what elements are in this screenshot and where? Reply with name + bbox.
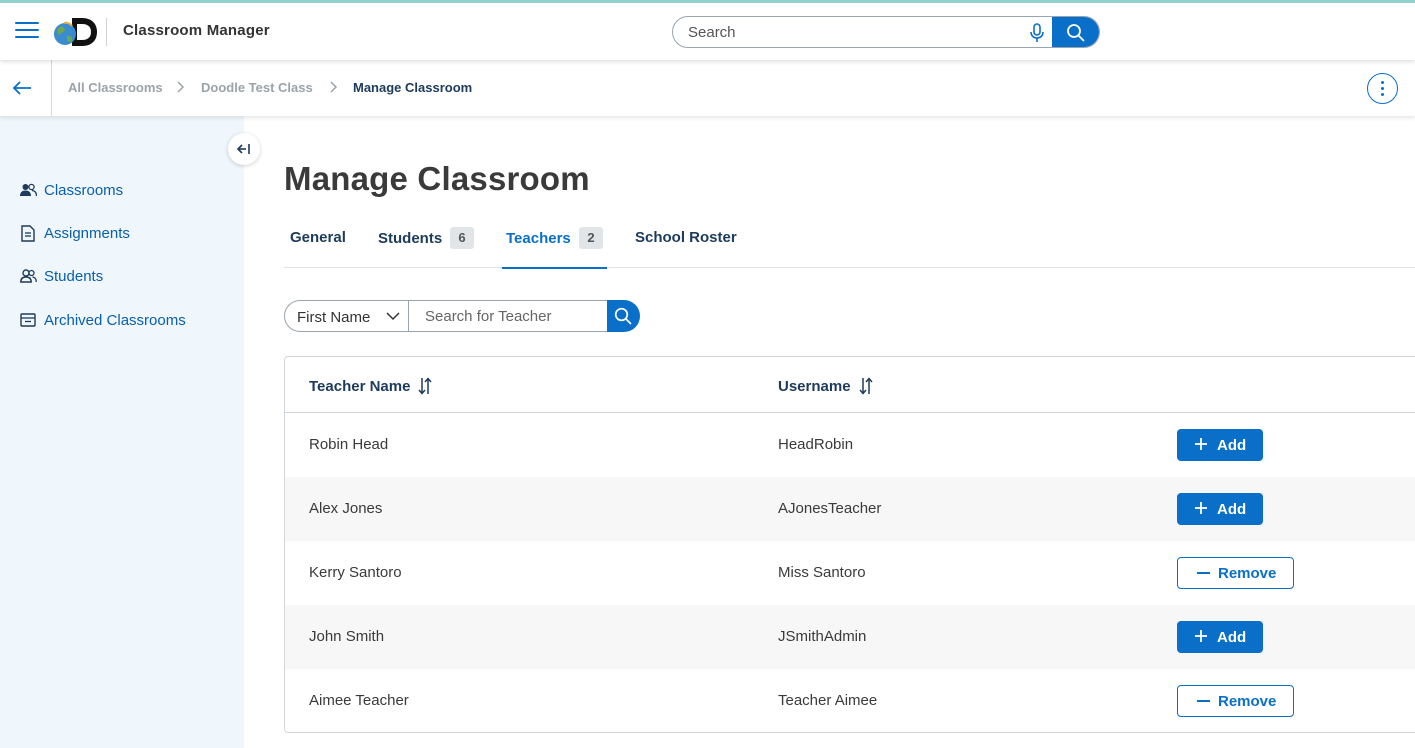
search-icon [1067, 24, 1085, 42]
username: AJonesTeacher [778, 500, 882, 517]
arrow-left-icon [12, 81, 31, 95]
count-badge: 6 [450, 227, 474, 249]
hamburger-menu-icon[interactable] [15, 22, 39, 40]
username: JSmithAdmin [778, 628, 867, 645]
table-header: Teacher Name Username [285, 357, 1415, 413]
top-bar: Classroom Manager [0, 0, 1415, 60]
microphone-icon[interactable] [1028, 23, 1046, 43]
plus-icon [1195, 438, 1207, 450]
teacher-search-button[interactable] [607, 300, 640, 332]
minus-icon [1197, 700, 1210, 702]
chevron-right-icon [177, 81, 185, 93]
button-label: Remove [1218, 565, 1277, 582]
column-header: Username [778, 377, 851, 395]
count-badge: 2 [579, 227, 603, 249]
sidebar-item-label: Archived Classrooms [44, 311, 186, 329]
table-row: Robin Head HeadRobin Add [285, 413, 1415, 477]
chevron-down-icon [386, 312, 400, 321]
button-label: Add [1217, 501, 1247, 518]
people-icon [19, 267, 37, 285]
breadcrumb-current: Manage Classroom [353, 80, 473, 95]
minus-icon [1197, 572, 1210, 574]
search-button[interactable] [1052, 17, 1099, 47]
tab-general[interactable]: General [284, 222, 354, 268]
select-value: First Name [297, 309, 371, 326]
column-header: Teacher Name [309, 377, 411, 395]
sidebar-item-assignments[interactable]: Assignments [19, 221, 130, 245]
tab-students[interactable]: Students 6 [374, 222, 479, 268]
teacher-name: Robin Head [309, 436, 389, 453]
teacher-name: Aimee Teacher [309, 692, 409, 709]
remove-teacher-button[interactable]: Remove [1177, 685, 1294, 717]
tab-label: School Roster [635, 229, 737, 246]
discovery-logo[interactable] [52, 16, 98, 48]
tab-teachers[interactable]: Teachers 2 [502, 222, 607, 269]
teacher-name: Kerry Santoro [309, 564, 402, 581]
sort-username[interactable]: Username [778, 377, 873, 395]
sort-icon [418, 377, 433, 395]
username: Teacher Aimee [778, 692, 878, 709]
global-search [672, 16, 1100, 48]
plus-icon [1195, 502, 1207, 514]
table-row: Alex Jones AJonesTeacher Add [285, 477, 1415, 541]
more-options-button[interactable] [1367, 73, 1398, 104]
back-button[interactable] [0, 60, 52, 116]
table-row: John Smith JSmithAdmin Add [285, 605, 1415, 669]
plus-icon [1195, 630, 1207, 642]
sidebar-item-label: Assignments [44, 224, 130, 242]
sidebar: Classrooms Assignments Students Archived… [0, 116, 244, 748]
document-icon [19, 224, 37, 242]
collapse-sidebar-button[interactable] [228, 133, 260, 165]
add-teacher-button[interactable]: Add [1177, 493, 1263, 525]
breadcrumb-bar: All Classrooms Doodle Test Class Manage … [0, 60, 1415, 116]
remove-teacher-button[interactable]: Remove [1177, 557, 1294, 589]
button-label: Add [1217, 629, 1247, 646]
teacher-name: Alex Jones [309, 500, 383, 517]
breadcrumb-all-classrooms[interactable]: All Classrooms [68, 80, 163, 95]
app-title: Classroom Manager [123, 22, 270, 39]
sidebar-item-archived-classrooms[interactable]: Archived Classrooms [19, 308, 186, 332]
add-teacher-button[interactable]: Add [1177, 429, 1263, 461]
sidebar-item-label: Classrooms [44, 181, 124, 199]
archive-icon [19, 311, 37, 329]
sort-icon [858, 377, 873, 395]
sidebar-item-classrooms[interactable]: Classrooms [19, 178, 123, 202]
sort-teacher-name[interactable]: Teacher Name [309, 377, 433, 395]
tab-bar: General Students 6 Teachers 2 School Ros… [284, 222, 1415, 269]
search-icon [614, 307, 632, 325]
table-row: Kerry Santoro Miss Santoro Remove [285, 541, 1415, 605]
chevron-right-icon [330, 81, 338, 93]
classrooms-icon [19, 181, 37, 199]
add-teacher-button[interactable]: Add [1177, 621, 1263, 653]
username: HeadRobin [778, 436, 854, 453]
page-title: Manage Classroom [284, 160, 590, 197]
teacher-name: John Smith [309, 628, 385, 645]
tab-label: General [290, 229, 346, 246]
button-label: Add [1217, 437, 1247, 454]
sidebar-item-label: Students [44, 267, 104, 285]
search-input[interactable] [673, 17, 1023, 47]
teachers-table: Teacher Name Username Robin Head HeadRob… [284, 356, 1415, 733]
breadcrumb-doodle-test-class[interactable]: Doodle Test Class [201, 80, 313, 95]
tab-label: Students [378, 230, 443, 247]
table-row: Aimee Teacher Teacher Aimee Remove [285, 669, 1415, 732]
teacher-search-filter: First Name [284, 300, 640, 332]
search-field-select[interactable]: First Name [284, 300, 409, 332]
header-divider [106, 18, 107, 46]
sidebar-item-students[interactable]: Students [19, 264, 103, 288]
username: Miss Santoro [778, 564, 866, 581]
teacher-search-input[interactable] [408, 300, 608, 332]
tab-label: Teachers [506, 230, 571, 247]
collapse-left-icon [237, 144, 250, 154]
button-label: Remove [1218, 693, 1277, 710]
tab-school-roster[interactable]: School Roster [631, 222, 741, 268]
